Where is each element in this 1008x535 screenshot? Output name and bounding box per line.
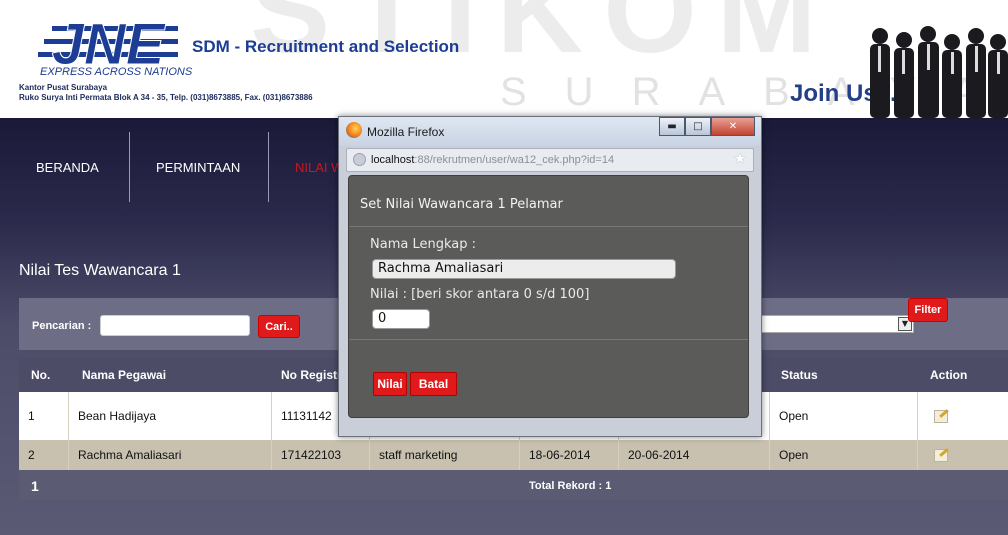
table-row: 2 Rachma Amaliasari 171422103 staff mark…	[19, 440, 1008, 470]
nav-nilai-wawancara[interactable]: NILAI W	[295, 160, 343, 175]
col-nama-pegawai: Nama Pegawai	[82, 368, 167, 382]
name-field[interactable]: Rachma Amaliasari	[372, 259, 676, 279]
total-records: Total Rekord : 1	[529, 480, 612, 492]
search-label: Pencarian :	[32, 320, 92, 332]
divider	[349, 226, 748, 227]
maximize-icon[interactable]: □	[685, 117, 711, 136]
cell-nama: Rachma Amaliasari	[68, 440, 271, 470]
divider	[349, 339, 748, 340]
cell-tanggal-1: 18-06-2014	[519, 440, 618, 470]
cell-jabatan: staff marketing	[369, 440, 519, 470]
window-controls: ▬ □ ✕	[659, 117, 755, 137]
score-label: Nilai : [beri skor antara 0 s/d 100]	[370, 287, 590, 302]
globe-icon	[353, 153, 366, 166]
nilai-submit-button[interactable]: Nilai	[373, 372, 407, 396]
app-title: SDM - Recruitment and Selection	[192, 37, 460, 56]
office-name: Kantor Pusat Surabaya	[19, 83, 108, 92]
page-title: Nilai Tes Wawancara 1	[19, 262, 181, 279]
address-bar[interactable]: localhost:88/rekrutmen/user/wa12_cek.php…	[346, 148, 754, 172]
pagination-page[interactable]: 1	[31, 478, 39, 494]
score-dialog: Set Nilai Wawancara 1 Pelamar Nama Lengk…	[348, 175, 749, 418]
cell-action	[917, 440, 1008, 470]
firefox-popup-window: Mozilla Firefox ▬ □ ✕ localhost:88/rekru…	[338, 116, 762, 437]
cell-no: 1	[28, 409, 35, 423]
search-button[interactable]: Cari..	[258, 315, 300, 338]
window-title: Mozilla Firefox	[367, 125, 445, 139]
score-field[interactable]: 0	[372, 309, 430, 329]
filter-button[interactable]	[908, 298, 948, 322]
nav-permintaan[interactable]: PERMINTAAN	[156, 160, 240, 175]
batal-cancel-button[interactable]: Batal	[410, 372, 457, 396]
table-footer: 1 Total Rekord : 1	[19, 470, 1008, 500]
dialog-title: Set Nilai Wawancara 1 Pelamar	[360, 197, 563, 212]
nav-separator	[268, 132, 269, 202]
window-titlebar[interactable]: Mozilla Firefox ▬ □ ✕	[339, 117, 761, 146]
name-label: Nama Lengkap :	[370, 237, 476, 252]
nav-beranda[interactable]: BERANDA	[36, 160, 99, 175]
col-action: Action	[930, 368, 968, 382]
cell-status: Open	[769, 392, 917, 440]
people-silhouette-icon	[870, 26, 1008, 118]
minimize-icon[interactable]: ▬	[659, 117, 685, 136]
filter-select[interactable]: ▼	[759, 315, 914, 333]
cell-tanggal-2: 20-06-2014	[618, 440, 769, 470]
cell-no: 2	[28, 448, 35, 462]
edit-icon[interactable]	[934, 409, 948, 423]
search-input[interactable]	[100, 315, 250, 336]
jne-logo: JNE	[38, 12, 178, 70]
url-text: localhost:88/rekrutmen/user/wa12_cek.php…	[371, 154, 615, 166]
firefox-icon	[346, 122, 362, 138]
col-no-registrasi: No Registr	[281, 368, 342, 382]
bookmark-star-icon[interactable]: ★	[733, 151, 746, 167]
col-status: Status	[781, 368, 818, 382]
close-icon[interactable]: ✕	[711, 117, 755, 136]
edit-icon[interactable]	[934, 448, 948, 462]
cell-reg: 171422103	[271, 440, 369, 470]
svg-text:JNE: JNE	[52, 12, 167, 70]
cell-nama: Bean Hadijaya	[68, 392, 271, 440]
cell-action	[917, 392, 1008, 440]
col-no: No.	[31, 368, 51, 382]
cell-status: Open	[769, 440, 917, 470]
page-header: STIKOM SURABAYA JNE EXPRESS ACROSS NATIO…	[0, 0, 1008, 118]
office-address: Ruko Surya Inti Permata Blok A 34 - 35, …	[19, 93, 313, 102]
logo-tagline: EXPRESS ACROSS NATIONS	[40, 66, 193, 78]
nav-separator	[129, 132, 130, 202]
